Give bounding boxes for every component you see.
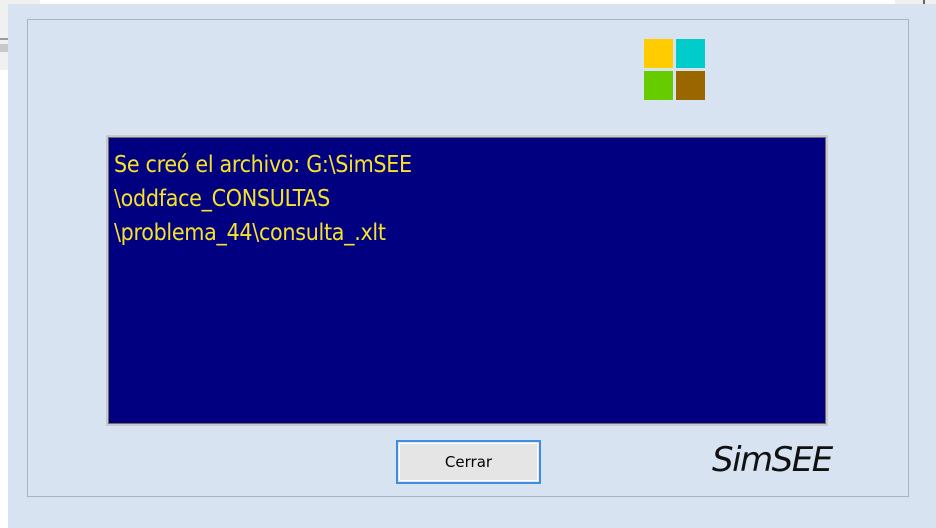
- close-button[interactable]: Cerrar: [396, 440, 541, 484]
- logo-square-yellow: [644, 39, 673, 68]
- message-line: Se creó el archivo: G:\SimSEE: [114, 152, 412, 178]
- simsee-logo-icon: [644, 39, 708, 103]
- logo-square-cyan: [676, 39, 705, 68]
- message-line: \problema_44\consulta_.xlt: [114, 220, 386, 246]
- logo-square-brown: [676, 71, 705, 100]
- message-line: \oddface_CONSULTAS: [114, 186, 330, 212]
- message-text-area[interactable]: Se creó el archivo: G:\SimSEE \oddface_C…: [106, 135, 828, 426]
- message-dialog: Se creó el archivo: G:\SimSEE \oddface_C…: [8, 4, 936, 528]
- logo-square-green: [644, 71, 673, 100]
- brand-label: SimSEE: [712, 440, 833, 480]
